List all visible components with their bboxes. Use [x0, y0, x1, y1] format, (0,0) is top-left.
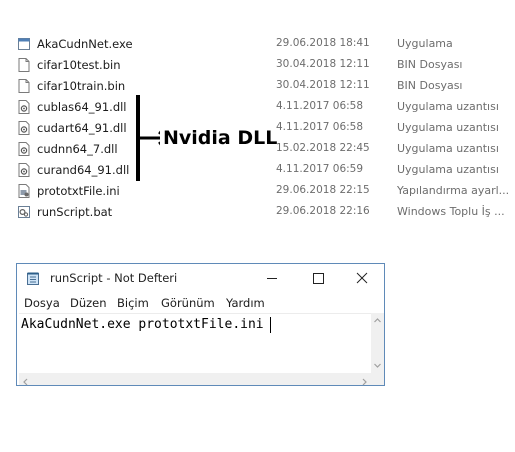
annotation-label: Nvidia DLL [163, 127, 278, 149]
notepad-window: runScript - Not Defteri Dosya Düzen Biçi… [16, 263, 385, 386]
bat-icon [18, 206, 30, 218]
file-icon [18, 58, 30, 72]
file-name: curand64_91.dll [37, 163, 130, 177]
file-name: cifar10test.bin [37, 58, 121, 72]
maximize-icon [313, 273, 324, 284]
menu-item-gorunum[interactable]: Görünüm [161, 296, 215, 310]
file-type: BIN Dosyası [397, 79, 463, 92]
file-type: Uygulama uzantısı [397, 142, 499, 155]
file-row[interactable]: prototxtFile.ini 29.06.2018 22:15 Yapıla… [0, 181, 515, 201]
text-editor[interactable]: AkaCudnNet.exe prototxtFile.ini [19, 313, 371, 374]
vertical-scrollbar[interactable] [371, 313, 384, 373]
notepad-icon [27, 272, 39, 285]
file-type: Uygulama [397, 37, 453, 50]
file-type: Windows Toplu İş ... [397, 205, 505, 218]
editor-content: AkaCudnNet.exe prototxtFile.ini [21, 317, 264, 332]
file-row[interactable]: cifar10test.bin 30.04.2018 12:11 BIN Dos… [0, 55, 515, 75]
bracket-arrow-icon [136, 95, 160, 181]
file-icon [18, 79, 30, 93]
file-name: runScript.bat [37, 205, 113, 219]
file-date: 29.06.2018 22:16 [276, 205, 370, 217]
file-date: 4.11.2017 06:58 [276, 121, 364, 133]
close-icon [356, 272, 368, 284]
file-name: cublas64_91.dll [37, 100, 127, 114]
file-row[interactable]: cublas64_91.dll 4.11.2017 06:58 Uygulama… [0, 97, 515, 117]
file-type: Uygulama uzantısı [397, 163, 499, 176]
file-name: prototxtFile.ini [37, 184, 120, 198]
close-button[interactable] [339, 264, 384, 292]
minimize-button[interactable] [249, 264, 294, 292]
text-caret [270, 317, 271, 333]
scrollbar-corner [371, 373, 384, 385]
file-type: Yapılandırma ayarl... [397, 184, 510, 197]
menu-item-bicim[interactable]: Biçim [117, 296, 149, 310]
file-row[interactable]: cifar10train.bin 30.04.2018 12:11 BIN Do… [0, 76, 515, 96]
file-row[interactable]: curand64_91.dll 4.11.2017 06:59 Uygulama… [0, 160, 515, 180]
menu-item-dosya[interactable]: Dosya [24, 296, 60, 310]
scroll-arrows-icon [23, 378, 367, 386]
exe-icon [18, 38, 30, 50]
file-date: 30.04.2018 12:11 [276, 79, 370, 91]
file-date: 30.04.2018 12:11 [276, 58, 370, 70]
file-name: cifar10train.bin [37, 79, 126, 93]
file-date: 29.06.2018 18:41 [276, 37, 370, 49]
minimize-icon [267, 278, 277, 279]
window-title: runScript - Not Defteri [50, 271, 178, 285]
dll-icon [18, 163, 30, 177]
file-name: cudnn64_7.dll [37, 142, 118, 156]
scroll-arrows-icon [374, 318, 381, 368]
dll-icon [18, 121, 30, 135]
file-type: Uygulama uzantısı [397, 121, 499, 134]
ini-icon [18, 184, 30, 198]
file-date: 15.02.2018 22:45 [276, 142, 370, 154]
file-name: AkaCudnNet.exe [37, 37, 133, 51]
maximize-button[interactable] [294, 264, 339, 292]
file-list: AkaCudnNet.exe 29.06.2018 18:41 Uygulama… [0, 0, 515, 230]
file-date: 29.06.2018 22:15 [276, 184, 370, 196]
menu-item-duzen[interactable]: Düzen [70, 296, 107, 310]
file-type: Uygulama uzantısı [397, 100, 499, 113]
dll-icon [18, 100, 30, 114]
file-name: cudart64_91.dll [37, 121, 127, 135]
file-row[interactable]: runScript.bat 29.06.2018 22:16 Windows T… [0, 202, 515, 222]
horizontal-scrollbar[interactable] [19, 373, 371, 386]
title-bar[interactable]: runScript - Not Defteri [17, 264, 384, 292]
file-date: 4.11.2017 06:59 [276, 163, 364, 175]
file-row[interactable]: AkaCudnNet.exe 29.06.2018 18:41 Uygulama [0, 34, 515, 54]
menu-item-yardim[interactable]: Yardım [226, 296, 265, 310]
file-type: BIN Dosyası [397, 58, 463, 71]
menu-bar: Dosya Düzen Biçim Görünüm Yardım [17, 293, 384, 313]
dll-icon [18, 142, 30, 156]
file-date: 4.11.2017 06:58 [276, 100, 364, 112]
